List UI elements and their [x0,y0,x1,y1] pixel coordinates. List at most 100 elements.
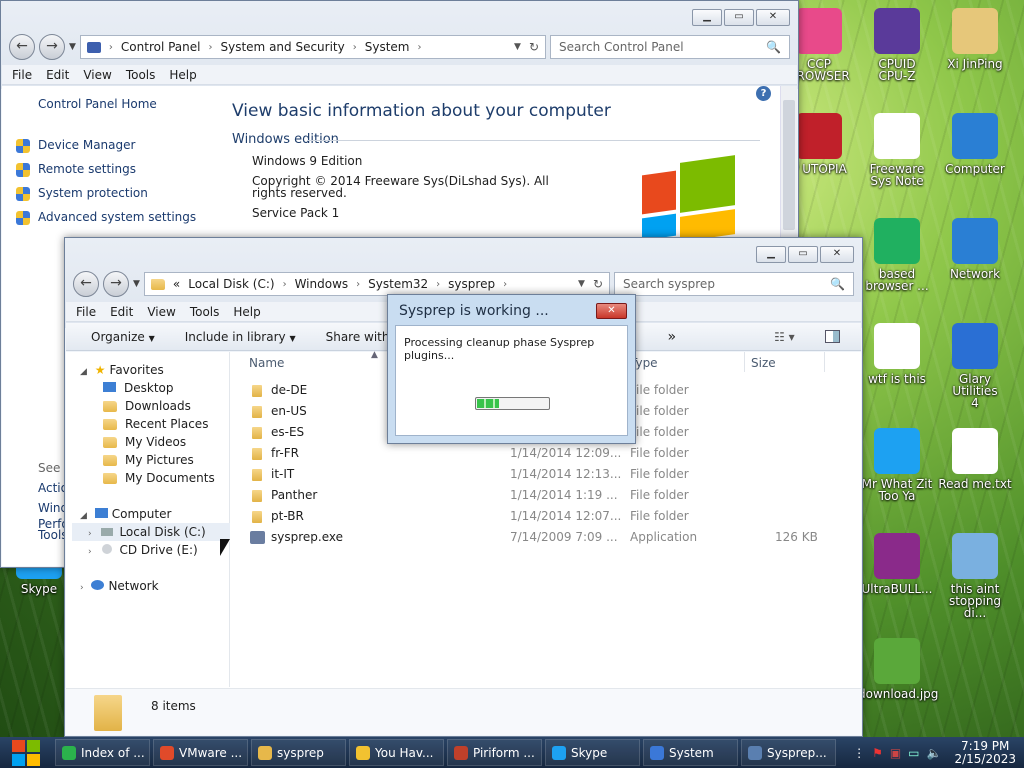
file-row[interactable]: sysprep.exe 7/14/2009 7:09 ... Application… [232,528,861,548]
menu-edit[interactable]: Edit [46,68,69,82]
menu-edit[interactable]: Edit [110,305,133,319]
file-row[interactable]: it-IT 1/14/2014 12:13... File folder [232,465,861,485]
more-commands-button[interactable]: » [667,329,676,345]
favorites-node[interactable]: ◢ ★ Favorites [80,361,164,381]
nav-cd-drive[interactable]: › CD Drive (E:) [72,541,198,561]
progress-bar [475,397,550,410]
breadcrumb-item[interactable]: sysprep [448,277,495,291]
refresh-icon[interactable]: ↻ [593,277,603,291]
close-button[interactable]: ✕ [596,303,627,319]
breadcrumb-item[interactable]: Windows [295,277,349,291]
maximize-button[interactable]: ▭ [788,246,818,263]
control-panel-home-link[interactable]: Control Panel Home [38,97,157,111]
nav-desktop[interactable]: Desktop [103,379,215,397]
device-manager-link[interactable]: Device Manager [16,133,196,157]
desktop-icon-label: download.jpg [858,687,939,701]
desktop-icon[interactable]: based browser ... [858,218,936,292]
advanced-settings-link[interactable]: Advanced system settings [16,205,196,229]
computer-node[interactable]: ◢ Computer [80,505,171,525]
back-icon[interactable]: ← [9,34,35,60]
desktop-icon-label: Read me.txt [938,477,1012,491]
desktop-icon[interactable]: Network [936,218,1014,280]
taskbar-item[interactable]: Sysprep... [741,739,836,766]
menu-help[interactable]: Help [169,68,196,82]
start-button[interactable] [0,737,52,768]
system-protection-link[interactable]: System protection [16,181,196,205]
search-icon[interactable]: 🔍 [766,40,781,54]
taskbar-item[interactable]: sysprep [251,739,346,766]
address-bar[interactable]: › Control Panel › System and Security › Sy… [79,35,546,59]
breadcrumb-item[interactable]: System32 [368,277,428,291]
desktop-icon[interactable]: download.jpg [858,638,939,701]
address-bar[interactable]: « Local Disk (C:) › Windows › System32 › sy… [143,272,610,296]
nav-my-videos[interactable]: My Videos [103,433,215,451]
chevron-down-icon[interactable]: ▼ [578,279,585,289]
flag-icon[interactable]: ⚑ [872,746,883,760]
recent-pages-icon[interactable]: ▼ [133,279,140,289]
minimize-button[interactable]: ▁ [756,246,786,263]
taskbar-item[interactable]: Piriform ... [447,739,542,766]
file-row[interactable]: fr-FR 1/14/2014 12:09... File folder [232,444,861,464]
column-name[interactable]: Name [249,356,284,370]
taskbar-item[interactable]: Index of ... [55,739,150,766]
menu-tools[interactable]: Tools [126,68,156,82]
desktop-icon[interactable]: Computer [936,113,1014,175]
file-row[interactable]: Panther 1/14/2014 1:19 ... File folder [232,486,861,506]
breadcrumb-item[interactable]: System and Security [221,40,345,54]
breadcrumb-item[interactable]: Control Panel [121,40,201,54]
organize-button[interactable]: Organize ▼ [91,330,155,344]
menu-help[interactable]: Help [233,305,260,319]
breadcrumb-item[interactable]: Local Disk (C:) [188,277,274,291]
clock[interactable]: 7:19 PM 2/15/2023 [954,739,1016,766]
desktop-icon[interactable]: CPUID CPU-Z [858,8,936,82]
search-input[interactable]: Search sysprep 🔍 [614,272,854,296]
network-tray-icon[interactable]: ▭ [908,746,919,760]
maximize-button[interactable]: ▭ [724,9,754,26]
search-input[interactable]: Search Control Panel 🔍 [550,35,790,59]
file-row[interactable]: pt-BR 1/14/2014 12:07... File folder [232,507,861,527]
menu-tools[interactable]: Tools [190,305,220,319]
taskbar-item[interactable]: System [643,739,738,766]
nav-local-disk[interactable]: › Local Disk (C:) [72,523,230,541]
preview-pane-icon[interactable] [824,330,840,343]
overflow-icon[interactable]: ⋮ [853,746,865,760]
nav-downloads[interactable]: Downloads [103,397,215,415]
menu-view[interactable]: View [147,305,175,319]
taskbar-item[interactable]: VMware ... [153,739,248,766]
menu-file[interactable]: File [12,68,32,82]
menu-file[interactable]: File [76,305,96,319]
minimize-button[interactable]: ▁ [692,9,722,26]
volume-icon[interactable]: 🔈 [927,746,942,760]
include-in-library-button[interactable]: Include in library ▼ [185,330,296,344]
back-icon[interactable]: ← [73,271,99,297]
remote-settings-link[interactable]: Remote settings [16,157,196,181]
nav-my-pictures[interactable]: My Pictures [103,451,215,469]
recent-pages-icon[interactable]: ▼ [69,42,76,52]
breadcrumb-item[interactable]: System [365,40,410,54]
search-icon[interactable]: 🔍 [830,277,845,291]
forward-icon[interactable]: → [39,34,65,60]
desktop-icon[interactable]: Mr What Zit Too Ya [858,428,936,502]
taskbar-item[interactable]: Skype [545,739,640,766]
refresh-icon[interactable]: ↻ [529,40,539,54]
desktop-icon[interactable]: Read me.txt [936,428,1014,490]
menu-view[interactable]: View [83,68,111,82]
security-icon[interactable]: ▣ [890,746,901,760]
taskbar-item[interactable]: You Hav... [349,739,444,766]
forward-icon[interactable]: → [103,271,129,297]
nav-recent-places[interactable]: Recent Places [103,415,215,433]
close-button[interactable]: ✕ [820,246,854,263]
desktop-icon[interactable]: Freeware Sys Note [858,113,936,187]
help-icon[interactable]: ? [756,86,771,101]
desktop-icon[interactable]: Glary Utilities 4 [936,323,1014,409]
view-options-icon[interactable]: ☷ ▾ [774,330,795,344]
column-size[interactable]: Size [751,356,776,370]
nav-my-documents[interactable]: My Documents [103,469,215,487]
desktop-icon[interactable]: Xi JinPing [936,8,1014,70]
desktop-icon[interactable]: wtf is this [858,323,936,385]
desktop-icon[interactable]: this aint stopping di... [936,533,1014,619]
network-node[interactable]: › Network [80,577,159,597]
desktop-icon[interactable]: UltraBULL... [858,533,936,595]
close-button[interactable]: ✕ [756,9,790,26]
chevron-down-icon[interactable]: ▼ [514,42,521,52]
